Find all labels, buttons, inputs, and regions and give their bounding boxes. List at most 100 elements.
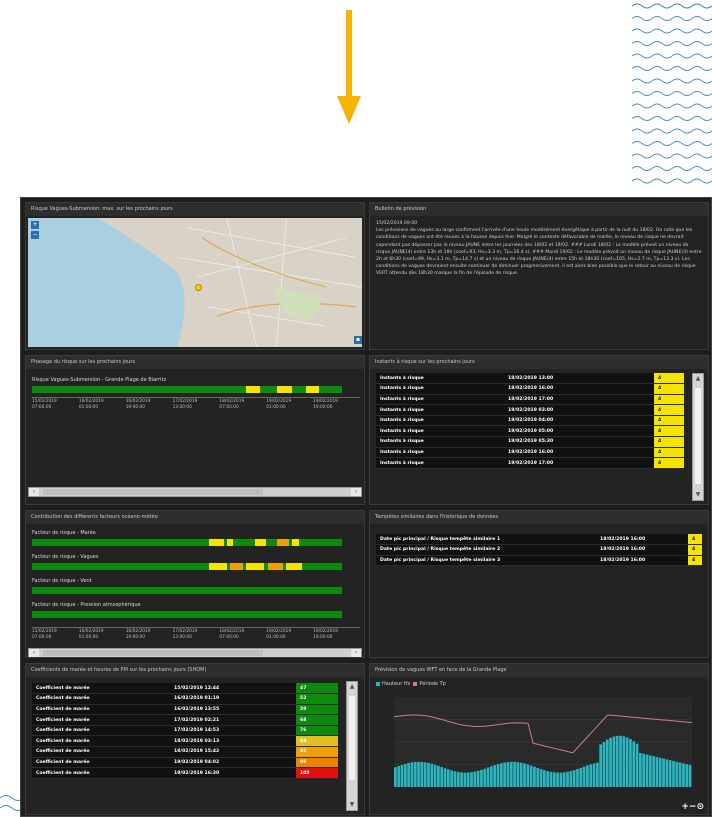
hs-bar [582, 766, 586, 787]
hs-bar [506, 762, 510, 787]
contrib-horizontal-scrollbar[interactable]: ‹ › [28, 648, 362, 657]
scroll-thumb[interactable] [43, 650, 263, 656]
table-row[interactable]: Date pic principal / Risque tempête simi… [376, 544, 702, 556]
legend-hs-label[interactable]: Hauteur Hs [382, 681, 410, 687]
scroll-down-icon[interactable]: ▼ [347, 800, 357, 810]
hs-bar [473, 771, 477, 787]
waves-panel-title: Prévision de vagues WFT en face de la Gr… [370, 664, 708, 677]
hs-bar [632, 741, 636, 787]
hs-bar [456, 771, 460, 787]
scroll-thumb[interactable] [695, 388, 701, 484]
hs-bar [589, 764, 593, 787]
coef-panel: Coefficients de marée et heures de PM su… [25, 663, 365, 815]
phasage-horizontal-scrollbar[interactable]: ‹ › [28, 487, 362, 497]
tick-label: 18/02/2019 07:00:00 [219, 629, 245, 640]
table-row[interactable]: Instants à risque 18/02/2019 16:00 4 [376, 383, 684, 395]
hs-bar [645, 754, 649, 787]
table-row[interactable]: Coefficient de marée 15/02/2019 12:44 47 [32, 683, 338, 695]
cell-date: 18/02/2019 15:42 [170, 746, 296, 758]
scroll-up-icon[interactable]: ▲ [347, 682, 357, 692]
hs-bar [642, 753, 646, 787]
tick-label: 19/02/2019 01:00:00 [266, 399, 292, 410]
cell-label: Date pic principal / Risque tempête simi… [376, 555, 596, 567]
hs-bar [543, 770, 546, 787]
cell-date: 17/02/2019 14:53 [170, 725, 296, 737]
table-row[interactable]: Coefficient de marée 16/02/2019 01:19 52 [32, 693, 338, 705]
hs-bar [552, 772, 556, 787]
table-row[interactable]: Instants à risque 19/02/2019 04:00 4 [376, 415, 684, 427]
cell-val: 76 [296, 725, 338, 737]
cell-label: Coefficient de marée [32, 714, 170, 726]
scroll-right-icon[interactable]: › [351, 488, 361, 496]
table-row[interactable]: Instants à risque 18/02/2019 17:00 4 [376, 394, 684, 406]
hs-bar [602, 741, 606, 787]
table-row[interactable]: Date pic principal / Risque tempête simi… [376, 534, 702, 546]
wave-line [632, 141, 712, 146]
scroll-thumb[interactable] [349, 696, 355, 780]
table-row[interactable]: Coefficient de marée 17/02/2019 14:53 76 [32, 725, 338, 737]
risk-map[interactable]: + − ▪ [28, 218, 362, 347]
down-arrow-shaft [346, 10, 352, 98]
tick-label: 16/02/2019 01:00:00 [78, 629, 104, 640]
layers-icon[interactable]: ▪ [354, 336, 362, 344]
scroll-left-icon[interactable]: ‹ [29, 488, 39, 496]
tick-label: 19/02/2019 19:00:00 [313, 629, 338, 640]
hs-bar [529, 765, 533, 787]
scroll-down-icon[interactable]: ▼ [693, 490, 703, 500]
cell-label: Instants à risque [376, 415, 504, 427]
hs-bar [397, 766, 401, 787]
table-row[interactable]: Instants à risque 19/02/2019 03:00 4 [376, 404, 684, 416]
scroll-thumb[interactable] [43, 489, 263, 495]
cell-date: 18/02/2019 16:00 [596, 534, 688, 546]
hs-bar [562, 772, 566, 787]
bulletin-panel: Bulletin de prévision 15/02/2019 09:00 L… [369, 202, 709, 350]
table-row[interactable]: Instants à risque 19/02/2019 17:00 4 [376, 457, 684, 469]
hs-bar [615, 735, 619, 787]
table-row[interactable]: Date pic principal / Risque tempête simi… [376, 555, 702, 567]
scroll-up-icon[interactable]: ▲ [693, 374, 703, 384]
table-row[interactable]: Instants à risque 18/02/2019 13:00 4 [376, 373, 684, 385]
instants-vertical-scrollbar[interactable]: ▲ ▼ [692, 373, 704, 501]
scroll-right-icon[interactable]: › [351, 649, 361, 657]
cell-val: 99 [296, 757, 338, 769]
risk-segment [245, 386, 260, 393]
tempetes-panel-title: Tempêtes similaires dans l'historique de… [370, 511, 708, 524]
cell-val: 4 [654, 383, 684, 395]
zoom-in-button[interactable]: + [31, 221, 39, 229]
table-row[interactable]: Instants à risque 19/02/2019 05:30 4 [376, 436, 684, 448]
risk-segment [267, 563, 284, 570]
hs-bar [639, 752, 642, 787]
table-row[interactable]: Coefficient de marée 17/02/2019 02:21 68 [32, 714, 338, 726]
wave-line [632, 66, 712, 71]
hs-bar [678, 762, 682, 787]
table-row[interactable]: Coefficient de marée 18/02/2019 15:42 92 [32, 746, 338, 758]
chart-zoom-controls[interactable]: +−⊙ [681, 802, 704, 812]
table-row[interactable]: Coefficient de marée 16/02/2019 13:55 59 [32, 704, 338, 716]
hs-bar [566, 771, 569, 787]
risk-segment [208, 539, 225, 546]
cell-date: 19/02/2019 05:30 [504, 436, 654, 448]
cell-val: 92 [296, 746, 338, 758]
hs-bar [559, 772, 563, 787]
waves-legend: Hauteur Hs Période Tp [376, 681, 446, 687]
cell-label: Coefficient de marée [32, 693, 170, 705]
legend-tp-label[interactable]: Période Tp [419, 681, 445, 687]
hs-bar [619, 735, 622, 787]
coef-vertical-scrollbar[interactable]: ▲ ▼ [346, 681, 358, 811]
cell-date: 19/02/2019 04:02 [170, 757, 296, 769]
bulletin-date: 15/02/2019 09:00 [376, 221, 418, 226]
zoom-out-button[interactable]: − [31, 231, 39, 239]
table-row[interactable]: Coefficient de marée 18/02/2019 03:13 84 [32, 735, 338, 748]
table-row[interactable]: Instants à risque 19/02/2019 05:00 4 [376, 425, 684, 438]
table-row[interactable]: Coefficient de marée 19/02/2019 04:02 99 [32, 757, 338, 769]
cell-val: 59 [296, 704, 338, 716]
cell-label: Instants à risque [376, 394, 504, 406]
table-row[interactable]: Instants à risque 19/02/2019 16:00 4 [376, 447, 684, 459]
cell-label: Instants à risque [376, 436, 504, 448]
risk-marker[interactable] [195, 284, 202, 291]
scroll-left-icon[interactable]: ‹ [29, 649, 39, 657]
table-row[interactable]: Coefficient de marée 19/02/2019 16:30 105 [32, 767, 338, 779]
cell-date: 18/02/2019 03:13 [170, 735, 296, 748]
hs-bar [430, 763, 434, 787]
hs-bar [595, 762, 599, 787]
